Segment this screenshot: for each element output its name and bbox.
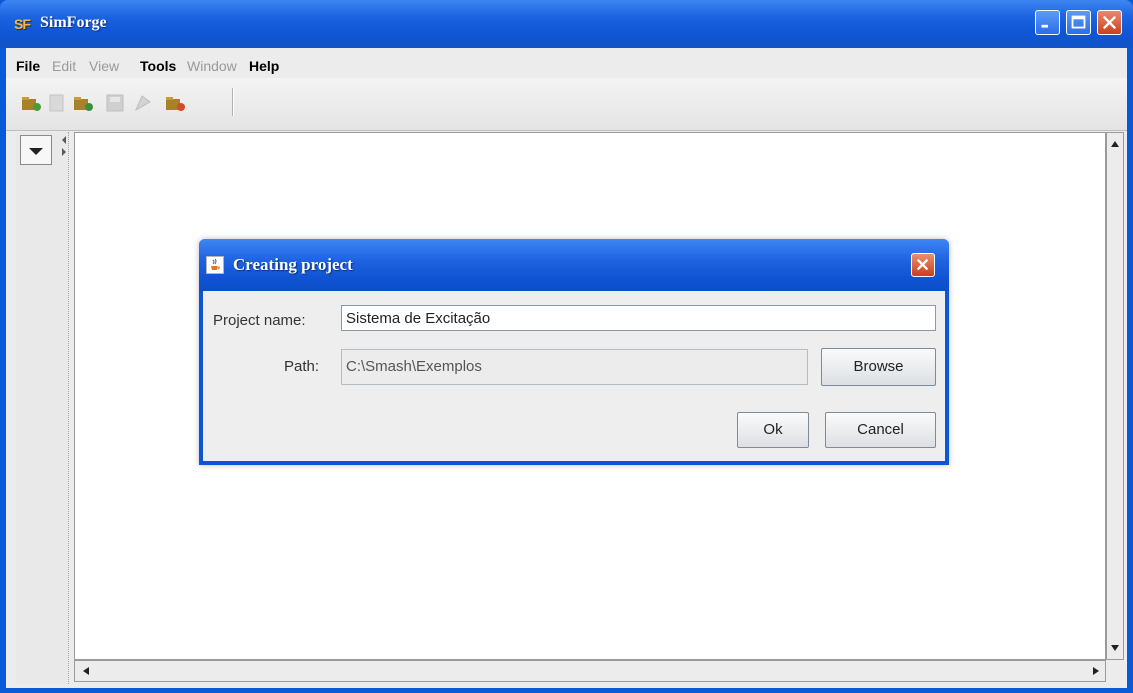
scroll-left-icon[interactable] <box>79 664 93 678</box>
minimize-icon <box>1041 24 1048 28</box>
cancel-button[interactable]: Cancel <box>825 412 936 448</box>
save-icon[interactable] <box>104 92 126 114</box>
dialog-bottom-border <box>199 461 949 465</box>
menu-tools[interactable]: Tools <box>140 58 176 74</box>
dialog-close-button[interactable] <box>911 253 935 277</box>
browse-button[interactable]: Browse <box>821 348 936 386</box>
minimize-button[interactable] <box>1035 10 1060 35</box>
dialog-body: Project name: Sistema de Excitação Path:… <box>203 291 945 461</box>
project-name-input[interactable]: Sistema de Excitação <box>341 305 936 331</box>
menu-bar: File Edit View Tools Window Help <box>6 48 1127 78</box>
scroll-up-icon[interactable] <box>1108 137 1122 151</box>
menu-edit[interactable]: Edit <box>52 58 76 74</box>
panel-dropdown[interactable] <box>20 135 52 165</box>
app-title: SimForge <box>40 14 107 31</box>
scroll-down-icon[interactable] <box>1108 641 1122 655</box>
horizontal-scrollbar[interactable] <box>74 660 1106 682</box>
chevron-down-icon <box>29 148 43 155</box>
maximize-icon <box>1071 15 1086 29</box>
menu-window[interactable]: Window <box>187 58 237 74</box>
close-button[interactable] <box>1097 10 1122 35</box>
new-file-icon[interactable] <box>46 92 68 114</box>
path-label: Path: <box>284 358 320 375</box>
java-cup-icon <box>206 256 224 274</box>
menu-view[interactable]: View <box>89 58 119 74</box>
vertical-scrollbar[interactable] <box>1106 132 1124 660</box>
menu-file[interactable]: File <box>16 58 40 74</box>
scroll-right-icon[interactable] <box>1089 664 1103 678</box>
app-logo: SF <box>14 16 31 32</box>
toolbar-separator <box>232 88 234 116</box>
close-project-icon[interactable] <box>164 92 186 114</box>
maximize-button[interactable] <box>1066 10 1091 35</box>
open-project-icon[interactable] <box>72 92 94 114</box>
dialog-title: Creating project <box>233 255 353 274</box>
new-project-icon[interactable] <box>20 92 42 114</box>
splitter-arrows-icon[interactable] <box>60 134 68 164</box>
toolbar <box>6 78 1127 131</box>
dialog-title-bar[interactable]: Creating project <box>199 239 949 291</box>
menu-help[interactable]: Help <box>249 58 279 74</box>
close-icon <box>1103 16 1116 29</box>
project-panel <box>16 132 69 684</box>
close-icon <box>917 259 928 270</box>
create-project-dialog: Creating project Project name: Sistema d… <box>199 239 949 465</box>
title-bar[interactable]: SF SimForge <box>0 0 1133 48</box>
project-name-label: Project name: <box>213 312 306 329</box>
path-input[interactable]: C:\Smash\Exemplos <box>341 349 808 385</box>
export-icon[interactable] <box>132 92 154 114</box>
ok-button[interactable]: Ok <box>737 412 809 448</box>
